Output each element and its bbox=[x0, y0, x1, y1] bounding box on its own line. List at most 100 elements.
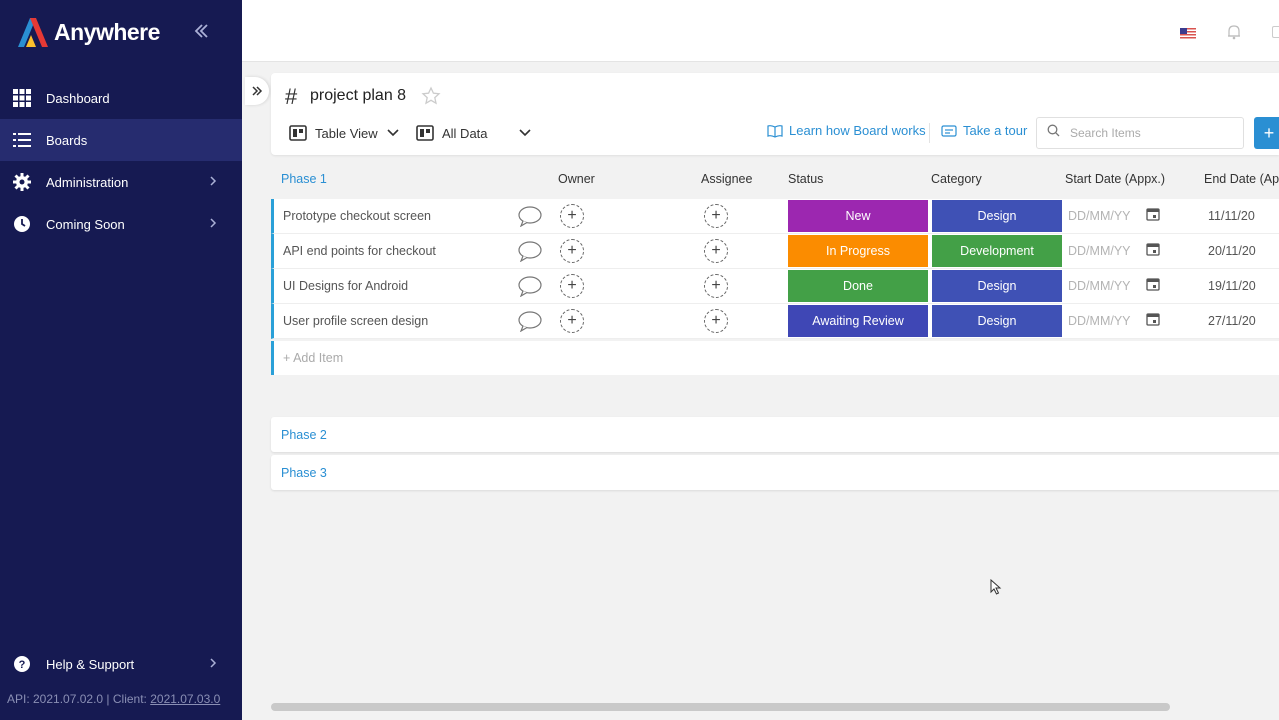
sidebar-item-label: Help & Support bbox=[46, 656, 135, 672]
chevron-down-icon bbox=[386, 126, 400, 140]
us-flag-icon[interactable] bbox=[1180, 26, 1196, 39]
column-owner: Owner bbox=[558, 172, 595, 186]
sidebar-item-label: Dashboard bbox=[46, 90, 110, 106]
add-assignee-icon[interactable]: + bbox=[704, 274, 728, 298]
sidebar-item-label: Coming Soon bbox=[46, 216, 125, 232]
item-name[interactable]: User profile screen design bbox=[283, 314, 428, 328]
sidebar-item-coming-soon[interactable]: Coming Soon bbox=[0, 203, 242, 245]
calendar-icon[interactable] bbox=[1146, 207, 1160, 221]
brand-name: Anywhere bbox=[54, 18, 160, 45]
add-owner-icon[interactable]: + bbox=[560, 274, 584, 298]
chevron-right-icon bbox=[206, 656, 220, 670]
add-item-row: + Add Item bbox=[271, 341, 1279, 375]
group-title-phase-2: Phase 2 bbox=[281, 428, 327, 442]
star-icon[interactable] bbox=[421, 86, 441, 106]
comment-icon[interactable] bbox=[517, 205, 543, 228]
end-date[interactable]: 27/11/20 bbox=[1208, 314, 1256, 328]
api-version: API: 2021.07.02.0 | Client: bbox=[7, 692, 151, 706]
category-badge[interactable]: Development bbox=[932, 235, 1062, 267]
table-row[interactable]: Prototype checkout screen + + New Design… bbox=[271, 199, 1279, 234]
user-menu-icon[interactable] bbox=[1272, 26, 1279, 38]
item-name[interactable]: Prototype checkout screen bbox=[283, 209, 431, 223]
tour-icon bbox=[941, 124, 957, 138]
sidebar-item-label: Boards bbox=[46, 132, 88, 148]
all-data-label: All Data bbox=[442, 125, 488, 141]
category-badge[interactable]: Design bbox=[932, 270, 1062, 302]
status-badge[interactable]: Done bbox=[788, 270, 928, 302]
comment-icon[interactable] bbox=[517, 240, 543, 263]
top-bar bbox=[242, 0, 1279, 62]
add-assignee-icon[interactable]: + bbox=[704, 204, 728, 228]
group-phase-3[interactable]: Phase 3 bbox=[271, 455, 1279, 490]
all-data-dropdown[interactable]: All Data bbox=[416, 121, 532, 145]
sidebar-item-boards[interactable]: Boards bbox=[0, 119, 242, 161]
table-row[interactable]: UI Designs for Android + + Done Design D… bbox=[271, 269, 1279, 304]
add-assignee-icon[interactable]: + bbox=[704, 239, 728, 263]
chevron-down-icon bbox=[518, 126, 532, 140]
list-icon bbox=[12, 130, 32, 150]
column-start-date: Start Date (Appx.) bbox=[1065, 172, 1166, 186]
chevron-right-icon bbox=[206, 216, 220, 230]
comment-icon[interactable] bbox=[517, 310, 543, 333]
take-tour-link[interactable]: Take a tour bbox=[941, 123, 1027, 138]
bell-icon[interactable] bbox=[1227, 24, 1241, 40]
hash-icon: # bbox=[285, 84, 298, 109]
start-date-placeholder[interactable]: DD/MM/YY bbox=[1068, 279, 1131, 293]
group-phase-2[interactable]: Phase 2 bbox=[271, 417, 1279, 452]
calendar-icon[interactable] bbox=[1146, 312, 1160, 326]
board-header: # project plan 8 Table View All Data Lea… bbox=[271, 73, 1279, 155]
add-button[interactable]: + bbox=[1254, 117, 1279, 149]
comment-icon[interactable] bbox=[517, 275, 543, 298]
add-item-button[interactable]: + Add Item bbox=[283, 351, 343, 365]
mouse-cursor-icon bbox=[990, 578, 1002, 595]
add-owner-icon[interactable]: + bbox=[560, 239, 584, 263]
learn-board-label: Learn how Board works bbox=[789, 123, 926, 138]
table-view-dropdown[interactable]: Table View bbox=[289, 121, 400, 145]
end-date[interactable]: 11/11/20 bbox=[1208, 209, 1255, 223]
calendar-icon[interactable] bbox=[1146, 277, 1160, 291]
status-badge[interactable]: In Progress bbox=[788, 235, 928, 267]
status-badge[interactable]: Awaiting Review bbox=[788, 305, 928, 337]
table-row[interactable]: API end points for checkout + + In Progr… bbox=[271, 234, 1279, 269]
start-date-placeholder[interactable]: DD/MM/YY bbox=[1068, 244, 1131, 258]
clock-icon bbox=[12, 214, 32, 234]
item-name[interactable]: API end points for checkout bbox=[283, 244, 436, 258]
end-date[interactable]: 20/11/20 bbox=[1208, 244, 1256, 258]
take-tour-label: Take a tour bbox=[963, 123, 1028, 138]
add-owner-icon[interactable]: + bbox=[560, 309, 584, 333]
column-end-date: End Date (Appx.) bbox=[1204, 172, 1279, 186]
category-badge[interactable]: Design bbox=[932, 200, 1062, 232]
sidebar-item-help-support[interactable]: ? Help & Support bbox=[0, 643, 242, 685]
column-status: Status bbox=[788, 172, 824, 186]
category-badge[interactable]: Design bbox=[932, 305, 1062, 337]
start-date-placeholder[interactable]: DD/MM/YY bbox=[1068, 314, 1131, 328]
version-info: API: 2021.07.02.0 | Client: 2021.07.03.0 bbox=[7, 692, 220, 706]
chevron-right-icon bbox=[206, 174, 220, 188]
sidebar: Anywhere Dashboard Boards Administration… bbox=[0, 0, 242, 720]
calendar-icon[interactable] bbox=[1146, 242, 1160, 256]
column-assignee: Assignee bbox=[701, 172, 753, 186]
grid-icon bbox=[12, 88, 32, 108]
table-view-label: Table View bbox=[315, 125, 378, 141]
horizontal-scrollbar[interactable] bbox=[271, 703, 1170, 711]
sidebar-item-dashboard[interactable]: Dashboard bbox=[0, 77, 242, 119]
table-view-icon bbox=[289, 125, 307, 141]
client-version-link[interactable]: 2021.07.03.0 bbox=[150, 692, 220, 706]
sidebar-item-label: Administration bbox=[46, 174, 129, 190]
table-row[interactable]: User profile screen design + + Awaiting … bbox=[271, 304, 1279, 339]
column-category: Category bbox=[931, 172, 982, 186]
item-name[interactable]: UI Designs for Android bbox=[283, 279, 408, 293]
search-input[interactable] bbox=[1070, 126, 1230, 140]
expand-panel-icon[interactable] bbox=[245, 77, 269, 105]
end-date[interactable]: 19/11/20 bbox=[1208, 279, 1256, 293]
learn-board-link[interactable]: Learn how Board works bbox=[767, 123, 926, 138]
help-icon: ? bbox=[12, 654, 32, 674]
sidebar-item-administration[interactable]: Administration bbox=[0, 161, 242, 203]
brand[interactable]: Anywhere bbox=[14, 14, 160, 50]
status-badge[interactable]: New bbox=[788, 200, 928, 232]
group-title-phase-1[interactable]: Phase 1 bbox=[281, 172, 327, 186]
start-date-placeholder[interactable]: DD/MM/YY bbox=[1068, 209, 1131, 223]
add-owner-icon[interactable]: + bbox=[560, 204, 584, 228]
collapse-sidebar-icon[interactable] bbox=[190, 20, 212, 42]
add-assignee-icon[interactable]: + bbox=[704, 309, 728, 333]
